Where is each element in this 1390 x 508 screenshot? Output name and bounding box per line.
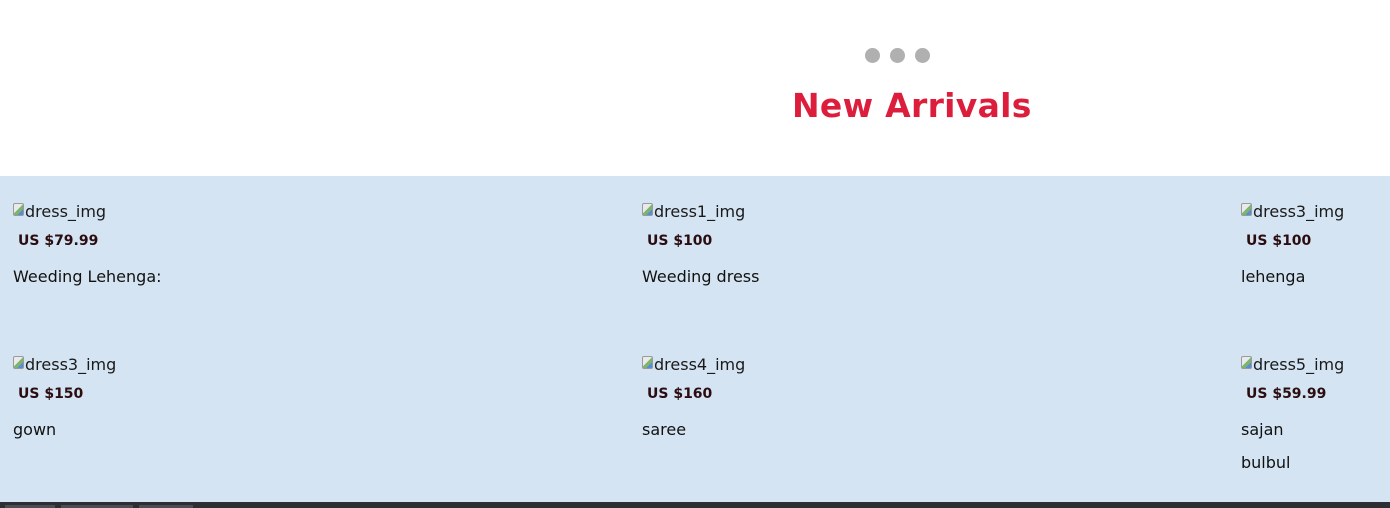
carousel-dots bbox=[865, 48, 930, 63]
product-name: gown bbox=[13, 420, 57, 439]
section-title: New Arrivals bbox=[792, 86, 1032, 125]
product-extra-name: bulbul bbox=[1241, 453, 1291, 472]
product-price: US $100 bbox=[647, 233, 713, 249]
product-card[interactable]: dress1_img US $100 Weeding dress bbox=[642, 200, 759, 286]
broken-image-icon bbox=[1241, 355, 1252, 369]
image-alt-text: dress1_img bbox=[654, 201, 746, 221]
broken-image-icon bbox=[1241, 202, 1252, 216]
product-image[interactable]: dress1_img bbox=[642, 200, 759, 222]
product-price: US $160 bbox=[647, 386, 713, 402]
product-name: sajan bbox=[1241, 420, 1284, 439]
image-alt-text: dress4_img bbox=[654, 354, 746, 374]
product-name: saree bbox=[642, 420, 687, 439]
carousel-dot[interactable] bbox=[865, 48, 880, 63]
broken-image-icon bbox=[13, 202, 24, 216]
product-image[interactable]: dress4_img bbox=[642, 353, 745, 375]
image-alt-text: dress3_img bbox=[25, 354, 117, 374]
product-grid: dress_img US $79.99 Weeding Lehenga: dre… bbox=[0, 176, 1390, 502]
product-price: US $79.99 bbox=[18, 233, 99, 249]
product-image[interactable]: dress_img bbox=[13, 200, 162, 222]
product-card[interactable]: dress3_img US $150 gown bbox=[13, 353, 116, 439]
image-alt-text: dress_img bbox=[25, 201, 107, 221]
image-alt-text: dress5_img bbox=[1253, 354, 1345, 374]
image-alt-text: dress3_img bbox=[1253, 201, 1345, 221]
broken-image-icon bbox=[642, 202, 653, 216]
new-arrivals-header: New Arrivals bbox=[0, 0, 1390, 176]
carousel-dot[interactable] bbox=[915, 48, 930, 63]
product-card[interactable]: dress3_img US $100 lehenga bbox=[1241, 200, 1344, 286]
product-name: Weeding dress bbox=[642, 267, 760, 286]
product-price: US $150 bbox=[18, 386, 84, 402]
product-name: Weeding Lehenga: bbox=[13, 267, 162, 286]
product-image[interactable]: dress3_img bbox=[1241, 200, 1344, 222]
product-name: lehenga bbox=[1241, 267, 1306, 286]
product-image[interactable]: dress5_img bbox=[1241, 353, 1344, 375]
product-price: US $100 bbox=[1246, 233, 1312, 249]
carousel-dot[interactable] bbox=[890, 48, 905, 63]
product-card[interactable]: dress4_img US $160 saree bbox=[642, 353, 745, 439]
product-card[interactable]: dress5_img US $59.99 sajan bulbul bbox=[1241, 353, 1344, 472]
product-image[interactable]: dress3_img bbox=[13, 353, 116, 375]
product-price: US $59.99 bbox=[1246, 386, 1327, 402]
broken-image-icon bbox=[13, 355, 24, 369]
product-card[interactable]: dress_img US $79.99 Weeding Lehenga: bbox=[13, 200, 162, 286]
footer-bar bbox=[0, 502, 1390, 508]
broken-image-icon bbox=[642, 355, 653, 369]
